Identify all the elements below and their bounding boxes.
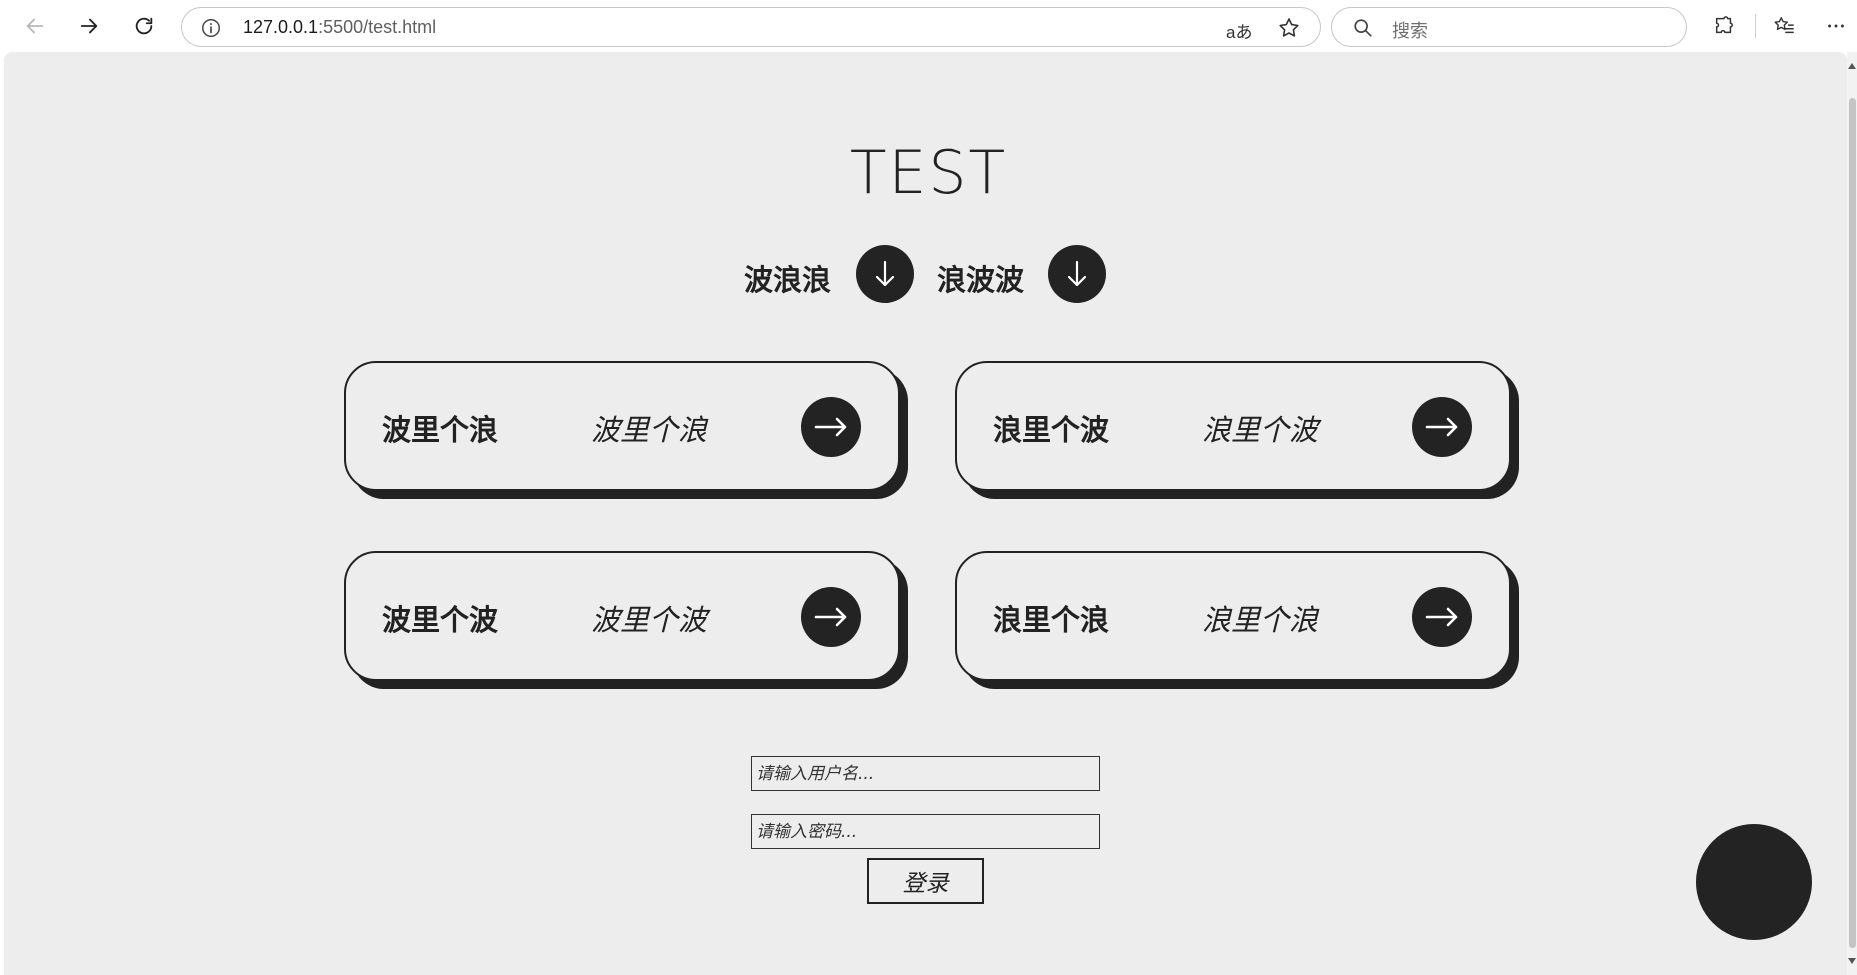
refresh-icon: [135, 17, 153, 35]
arrow-right-icon: [80, 18, 98, 34]
search-icon: [1354, 19, 1372, 37]
address-bar[interactable]: 127.0.0.1:5500/test.html aあ: [181, 7, 1321, 47]
arrow-right-icon: [1425, 607, 1458, 627]
card-italic-text: 浪里个波: [1202, 413, 1319, 447]
card-3[interactable]: 波里个波 波里个波: [344, 551, 900, 681]
back-button[interactable]: [17, 8, 53, 44]
read-aloud-button[interactable]: aあ: [1226, 18, 1252, 43]
arrow-right-icon: [814, 607, 847, 627]
extensions-button[interactable]: [1706, 8, 1742, 44]
more-menu-button[interactable]: [1818, 8, 1854, 44]
arrow-left-icon: [26, 18, 44, 34]
wave-label-1: 波浪浪: [744, 263, 832, 297]
scroll-down-arrow[interactable]: [1848, 958, 1856, 964]
scroll-thumb[interactable]: [1849, 98, 1856, 948]
page-title: TEST: [849, 138, 1008, 208]
card-italic-text: 浪里个浪: [1202, 603, 1319, 637]
card-arrow-button[interactable]: [801, 397, 861, 457]
arrow-right-icon: [814, 417, 847, 437]
card-italic-text: 波里个浪: [591, 413, 708, 447]
card-bold-text: 波里个波: [382, 603, 499, 637]
search-box[interactable]: 搜索: [1331, 7, 1687, 47]
scroll-up-arrow[interactable]: [1848, 63, 1856, 69]
card-arrow-button[interactable]: [1412, 397, 1472, 457]
arrow-down-icon: [1067, 260, 1087, 287]
floating-circle-button[interactable]: [1696, 824, 1812, 940]
favorites-icon: [1774, 17, 1794, 34]
card-arrow-button[interactable]: [1412, 587, 1472, 647]
card-arrow-button[interactable]: [801, 587, 861, 647]
favorites-button[interactable]: [1766, 8, 1802, 44]
arrow-down-icon: [875, 260, 895, 287]
search-placeholder: 搜索: [1392, 21, 1428, 42]
arrow-right-icon: [1425, 417, 1458, 437]
browser-toolbar: 127.0.0.1:5500/test.html aあ 搜索: [0, 0, 1857, 52]
wave-down-button-2[interactable]: [1048, 245, 1106, 303]
star-icon[interactable]: [1277, 16, 1301, 40]
wave-label-2: 浪波波: [937, 263, 1025, 297]
login-button[interactable]: 登录: [867, 858, 984, 904]
card-bold-text: 浪里个波: [993, 413, 1110, 447]
puzzle-icon: [1715, 16, 1733, 34]
url-text: 127.0.0.1:5500/test.html: [243, 17, 436, 38]
username-input[interactable]: [751, 756, 1100, 791]
forward-button[interactable]: [71, 8, 107, 44]
wave-down-button-1[interactable]: [856, 245, 914, 303]
card-2[interactable]: 浪里个波 浪里个波: [955, 361, 1511, 491]
card-4[interactable]: 浪里个浪 浪里个浪: [955, 551, 1511, 681]
card-bold-text: 波里个浪: [382, 413, 499, 447]
card-italic-text: 波里个波: [591, 603, 708, 637]
url-path: :5500/test.html: [318, 17, 437, 37]
password-input[interactable]: [751, 814, 1100, 849]
ellipsis-icon: [1828, 24, 1844, 28]
info-icon[interactable]: [200, 17, 222, 39]
toolbar-divider: [1755, 14, 1756, 38]
card-bold-text: 浪里个浪: [993, 603, 1110, 637]
card-1[interactable]: 波里个浪 波里个浪: [344, 361, 900, 491]
refresh-button[interactable]: [126, 8, 162, 44]
url-host: 127.0.0.1: [243, 17, 319, 37]
